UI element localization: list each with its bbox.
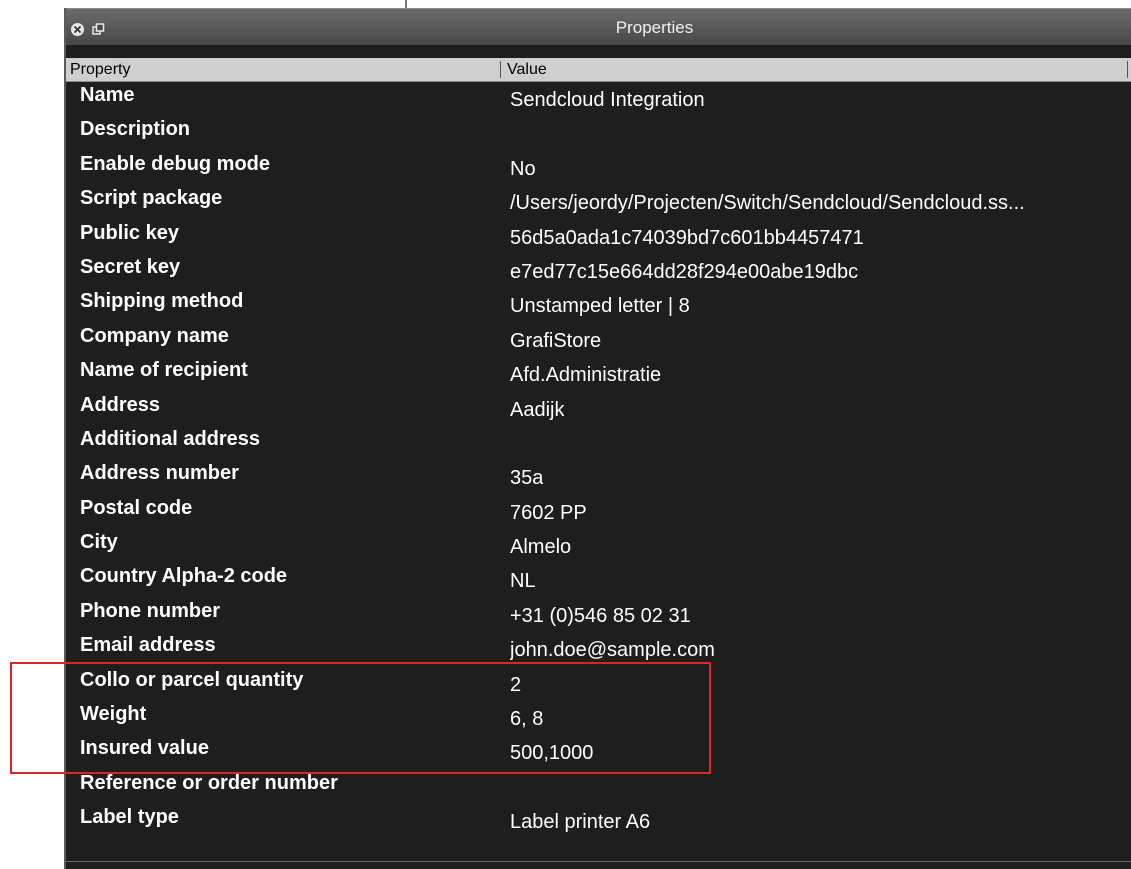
properties-panel: Properties Property Value Name Sendcloud … (64, 8, 1131, 869)
property-value[interactable]: 56d5a0ada1c74039bd7c601bb4457471 (510, 227, 864, 250)
property-name: Reference or order number (80, 771, 338, 794)
property-value[interactable]: john.doe@sample.com (510, 639, 715, 662)
property-value[interactable]: Label printer A6 (510, 811, 650, 834)
property-name: Email address (80, 634, 216, 657)
property-value[interactable]: Afd.Administratie (510, 364, 661, 387)
table-row[interactable]: Secret key e7ed77c15e664dd28f294e00abe19d… (66, 254, 1131, 288)
property-value[interactable]: NL (510, 570, 536, 593)
table-row[interactable]: Weight 6, 8 (66, 701, 1131, 735)
panel-bottom-border (66, 861, 1131, 862)
property-name: City (80, 531, 118, 554)
table-row[interactable]: Postal code 7602 PP (66, 495, 1131, 529)
property-value[interactable]: Sendcloud Integration (510, 89, 705, 112)
table-row[interactable]: Label type Label printer A6 (66, 804, 1131, 838)
property-name: Description (80, 118, 191, 141)
window-title: Properties (615, 18, 694, 37)
table-row[interactable]: Email address john.doe@sample.com (66, 632, 1131, 666)
table-row[interactable]: Country Alpha-2 code NL (66, 563, 1131, 597)
column-resize-handle[interactable] (500, 61, 501, 78)
table-header: Property Value (66, 58, 1131, 82)
property-name: Script package (80, 187, 223, 210)
table-row[interactable]: Phone number +31 (0)546 85 02 31 (66, 598, 1131, 632)
table-row[interactable]: Additional address (66, 426, 1131, 460)
table-row[interactable]: Reference or order number (66, 770, 1131, 804)
table-row[interactable]: Shipping method Unstamped letter | 8 (66, 288, 1131, 322)
column-end-separator (1127, 61, 1128, 78)
property-name: Insured value (80, 737, 209, 760)
property-name: Label type (80, 806, 179, 829)
property-value[interactable]: Aadijk (510, 399, 564, 422)
property-name: Postal code (80, 496, 193, 519)
property-name: Name (80, 84, 135, 106)
property-list: Name Sendcloud Integration Description Enab… (66, 82, 1131, 839)
property-name: Collo or parcel quantity (80, 668, 304, 691)
property-value[interactable]: 7602 PP (510, 502, 587, 525)
property-value[interactable]: 6, 8 (510, 708, 543, 731)
table-row[interactable]: Public key 56d5a0ada1c74039bd7c601bb44574… (66, 220, 1131, 254)
property-value[interactable]: 500,1000 (510, 742, 593, 765)
property-name: Address number (80, 462, 239, 485)
property-name: Shipping method (80, 290, 244, 313)
column-header-property[interactable]: Property (70, 58, 130, 81)
table-row[interactable]: Name of recipient Afd.Administratie (66, 357, 1131, 391)
title-bar[interactable]: Properties (66, 8, 1131, 45)
table-row[interactable]: Name Sendcloud Integration (66, 82, 1131, 116)
table-row[interactable]: Insured value 500,1000 (66, 735, 1131, 769)
property-name: Public key (80, 221, 179, 244)
property-name: Company name (80, 324, 229, 347)
property-name: Phone number (80, 599, 221, 622)
table-row[interactable]: Address Aadijk (66, 392, 1131, 426)
property-value[interactable]: 2 (510, 674, 521, 697)
property-name: Enable debug mode (80, 152, 271, 175)
table-row[interactable]: Address number 35a (66, 460, 1131, 494)
property-value[interactable]: +31 (0)546 85 02 31 (510, 605, 691, 628)
property-value[interactable]: Almelo (510, 536, 571, 559)
property-name: Country Alpha-2 code (80, 565, 288, 588)
property-value[interactable]: 35a (510, 467, 543, 490)
property-value[interactable]: GrafiStore (510, 330, 601, 353)
table-row[interactable]: Description (66, 116, 1131, 150)
property-name: Address (80, 393, 161, 416)
table-row[interactable]: Company name GrafiStore (66, 323, 1131, 357)
property-name: Additional address (80, 427, 261, 450)
property-name: Name of recipient (80, 359, 248, 382)
property-value[interactable]: e7ed77c15e664dd28f294e00abe19dbc (510, 261, 858, 284)
table-row[interactable]: City Almelo (66, 529, 1131, 563)
property-value[interactable]: Unstamped letter | 8 (510, 295, 690, 318)
property-value[interactable]: No (510, 158, 536, 181)
property-value[interactable]: /Users/jeordy/Projecten/Switch/Sendcloud… (510, 192, 1025, 215)
table-row[interactable]: Enable debug mode No (66, 151, 1131, 185)
property-name: Secret key (80, 255, 181, 278)
table-row[interactable]: Script package/Users/jeordy/Projecten/Sw… (66, 185, 1131, 219)
table-row[interactable]: Collo or parcel quantity 2 (66, 667, 1131, 701)
property-name: Weight (80, 703, 147, 726)
column-header-value[interactable]: Value (507, 58, 547, 81)
